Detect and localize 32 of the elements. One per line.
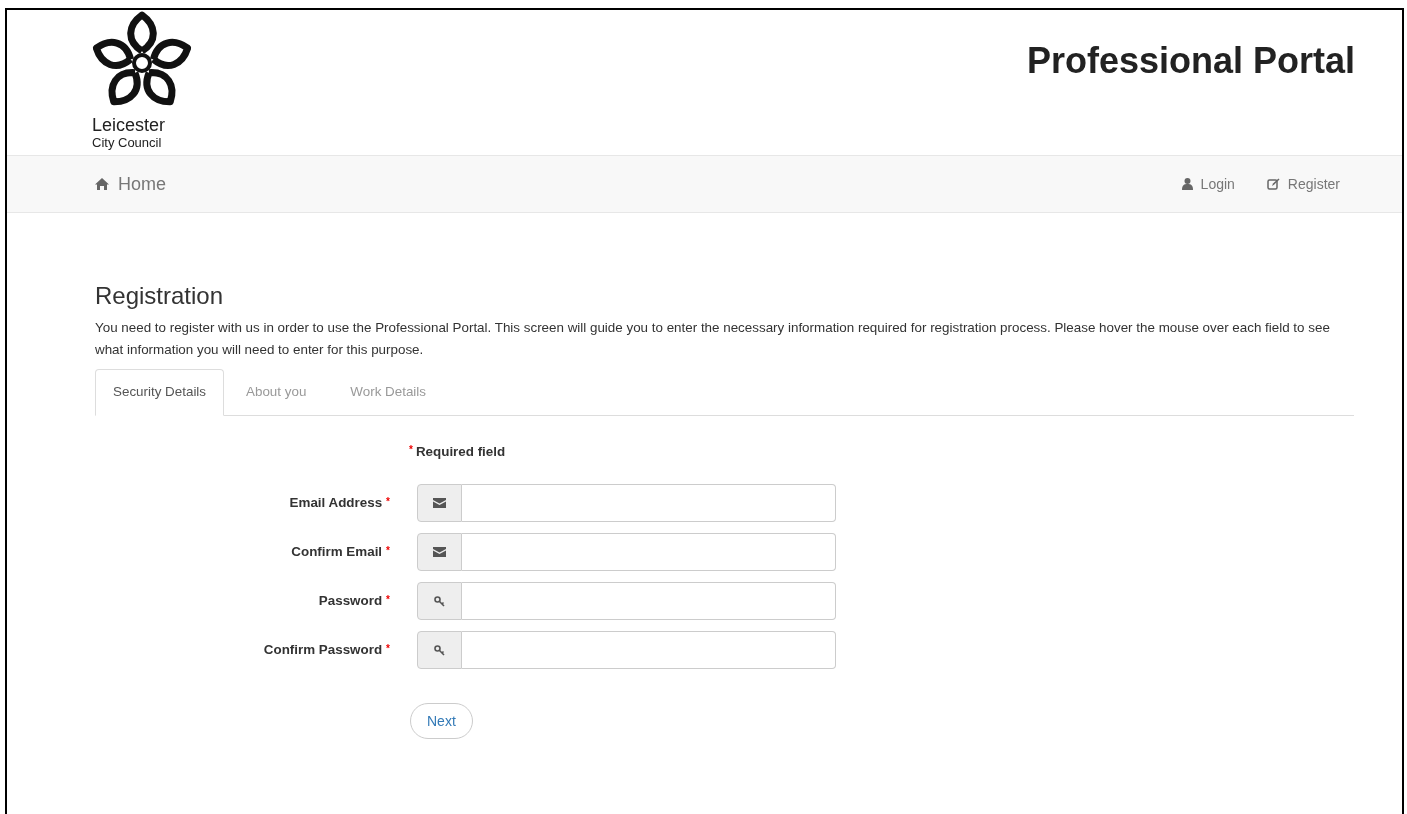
envelope-icon [433, 547, 446, 558]
input-field[interactable] [462, 631, 836, 670]
key-icon [433, 595, 446, 607]
key-icon [433, 644, 446, 656]
portal-title: Professional Portal [1026, 39, 1355, 83]
field-label: Confirm Email [291, 543, 383, 562]
user-icon [1181, 178, 1193, 190]
tab[interactable]: Security Details [95, 369, 225, 416]
required-mark: * [386, 642, 390, 657]
input-field[interactable] [462, 533, 836, 572]
home-icon [94, 177, 110, 191]
input-field[interactable] [462, 582, 836, 621]
field-label: Confirm Password [263, 641, 383, 660]
logo-text: City Council [92, 135, 162, 150]
input-field[interactable] [462, 484, 836, 523]
register-link[interactable]: Register [1266, 173, 1340, 195]
tab[interactable]: Work Details [328, 369, 448, 416]
required-mark: * [386, 495, 390, 510]
field-label: Password [318, 592, 383, 611]
field-label: Email Address [289, 494, 383, 513]
edit-icon [1266, 178, 1280, 190]
logo-text: Leicester [92, 115, 166, 135]
page-heading: Registration [95, 281, 225, 311]
next-button[interactable]: Next [410, 703, 473, 740]
required-legend: * Required field [409, 442, 1354, 463]
login-link[interactable]: Login [1181, 173, 1235, 195]
intro-text: You need to register with us in order to use the Professional Portal. This screen will guide you to enter the necessary information required for registration process. Please hover the mouse over each field to see what information you will need to enter for this purpose. [95, 319, 1331, 359]
required-mark: * [386, 593, 390, 608]
required-mark: * [386, 544, 390, 559]
tab[interactable]: About you [224, 369, 329, 416]
home-link[interactable]: Home [94, 170, 166, 198]
envelope-icon [433, 498, 446, 509]
